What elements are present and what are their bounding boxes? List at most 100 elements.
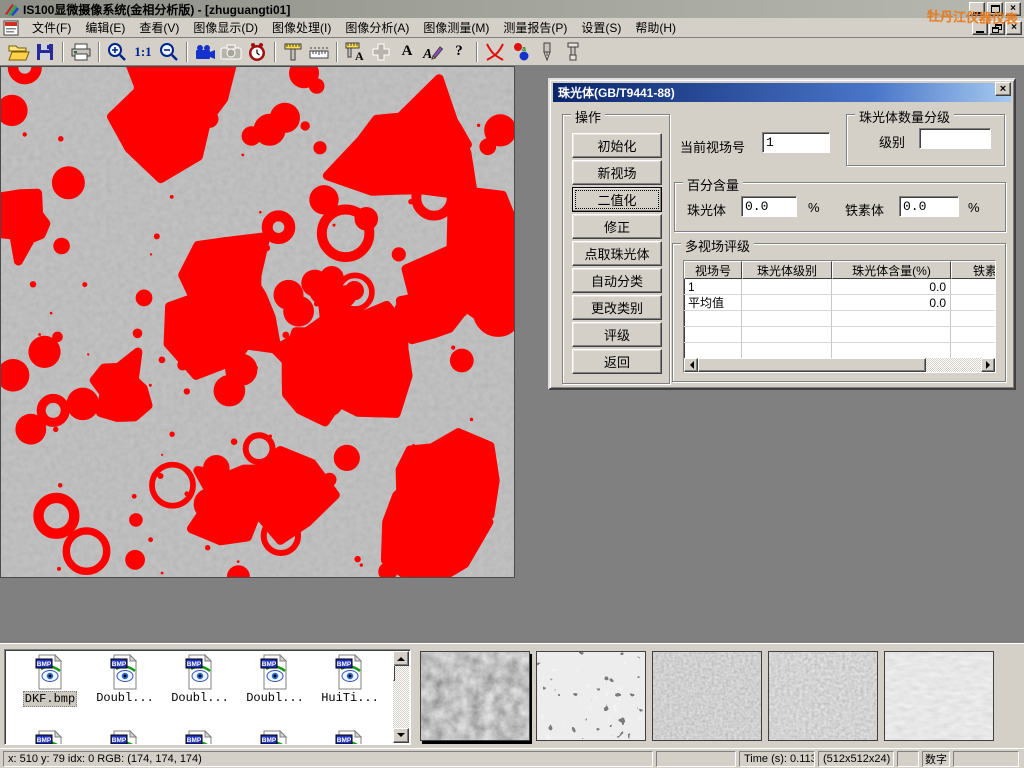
initialize-button[interactable]: 初始化	[572, 133, 662, 158]
scroll-down-button[interactable]	[393, 728, 409, 743]
menu-help[interactable]: 帮助(H)	[628, 17, 683, 38]
actual-size-icon[interactable]: 1:1	[130, 40, 156, 64]
new-field-button[interactable]: 新视场	[572, 160, 662, 185]
toolbar-separator	[336, 42, 338, 62]
menu-settings[interactable]: 设置(S)	[574, 17, 628, 38]
table-hscrollbar[interactable]	[684, 358, 995, 372]
toolbar-separator	[62, 42, 64, 62]
file-item[interactable]: BMP DKF.bmp	[15, 654, 85, 707]
dialog-titlebar[interactable]: 珠光体(GB/T9441-88)	[553, 83, 1011, 102]
toolbar-separator	[274, 42, 276, 62]
micrograph-image[interactable]	[0, 66, 515, 578]
video-capture-icon[interactable]	[192, 40, 218, 64]
svg-text:BMP: BMP	[187, 737, 202, 744]
menu-image-measure[interactable]: 图像测量(M)	[416, 17, 496, 38]
menu-image-display[interactable]: 图像显示(D)	[186, 17, 265, 38]
text-annotation-icon[interactable]: A	[420, 40, 446, 64]
open-file-icon[interactable]	[6, 40, 32, 64]
zoom-out-icon[interactable]	[156, 40, 182, 64]
status-image-size: (512x512x24)	[818, 751, 894, 767]
thumbnail-2[interactable]	[536, 651, 646, 741]
file-item[interactable]: BMP Doubl...	[165, 654, 235, 705]
file-name[interactable]: HuiTi...	[320, 691, 380, 705]
file-name[interactable]: DKF.bmp	[23, 691, 77, 707]
scroll-right-button[interactable]	[981, 358, 995, 372]
col-pearlite-grade[interactable]: 珠光体级别	[742, 261, 832, 279]
brush-tool-icon[interactable]	[560, 40, 586, 64]
thumbnail-1[interactable]	[420, 651, 530, 741]
timer-clock-icon[interactable]	[244, 40, 270, 64]
file-browser[interactable]: BMP DKF.bmp BMP Doubl... BMP Doubl	[4, 649, 411, 745]
col-ferrite[interactable]: 铁素体	[951, 261, 996, 279]
file-browser-vscrollbar[interactable]	[393, 651, 409, 743]
change-category-button[interactable]: 更改类别	[572, 295, 662, 320]
file-item-partial[interactable]: BMP	[240, 730, 310, 745]
cell-grade	[742, 279, 832, 295]
menu-image-processing[interactable]: 图像处理(I)	[265, 17, 338, 38]
curve-tool-icon[interactable]	[482, 40, 508, 64]
auto-classify-button[interactable]: 自动分类	[572, 268, 662, 293]
text-label-icon[interactable]: A	[394, 40, 420, 64]
caliper-text-measure-icon[interactable]: A	[342, 40, 368, 64]
pen-tool-icon[interactable]	[534, 40, 560, 64]
return-button[interactable]: 返回	[572, 349, 662, 374]
thumbnail-5[interactable]	[884, 651, 994, 741]
file-item[interactable]: BMP Doubl...	[90, 654, 160, 705]
scroll-up-button[interactable]	[393, 651, 409, 666]
rate-button[interactable]: 评级	[572, 322, 662, 347]
cell-field: 1	[684, 279, 742, 295]
file-item[interactable]: BMP Doubl...	[240, 654, 310, 705]
file-item-partial[interactable]: BMP	[315, 730, 385, 745]
file-item[interactable]: BMP HuiTi...	[315, 654, 385, 705]
hscroll-thumb[interactable]	[698, 358, 926, 372]
menu-view[interactable]: 查看(V)	[132, 17, 186, 38]
vscroll-thumb[interactable]	[393, 665, 395, 681]
binarize-button[interactable]: 二值化	[572, 187, 662, 212]
vendor-watermark: 牡丹江仪器仪表	[927, 5, 1019, 27]
dialog-close-button[interactable]: ×	[995, 82, 1011, 96]
print-icon[interactable]	[68, 40, 94, 64]
camera-capture-icon[interactable]	[218, 40, 244, 64]
file-name[interactable]: Doubl...	[95, 691, 155, 705]
mdi-child-icon[interactable]	[3, 20, 21, 36]
thumbnail-4[interactable]	[768, 651, 878, 741]
ferrite-unit: %	[968, 200, 980, 215]
hscroll-track[interactable]	[926, 358, 981, 372]
svg-text:BMP: BMP	[187, 661, 202, 668]
scroll-left-button[interactable]	[684, 358, 698, 372]
correct-button[interactable]: 修正	[572, 214, 662, 239]
ferrite-percent-input[interactable]	[899, 196, 959, 217]
grading-group: 珠光体数量分级 级别	[846, 114, 1005, 166]
thumbnail-5-image	[885, 652, 993, 740]
table-row[interactable]: 平均值 0.0	[684, 295, 996, 311]
pearlite-percent-input[interactable]	[741, 196, 797, 217]
table-row[interactable]: 1 0.0	[684, 279, 996, 295]
menu-image-analysis[interactable]: 图像分析(A)	[338, 17, 416, 38]
pearlite-unit: %	[808, 200, 820, 215]
col-pearlite-content[interactable]: 珠光体含量(%)	[832, 261, 951, 279]
ruler-measure-icon[interactable]	[306, 40, 332, 64]
file-item-partial[interactable]: BMP	[15, 730, 85, 745]
help-icon[interactable]: ?	[446, 40, 472, 64]
file-item-partial[interactable]: BMP	[90, 730, 160, 745]
file-name[interactable]: Doubl...	[170, 691, 230, 705]
file-name[interactable]: Doubl...	[245, 691, 305, 705]
zoom-in-icon[interactable]	[104, 40, 130, 64]
bmp-file-icon: BMP	[335, 730, 365, 745]
thumbnail-3[interactable]	[652, 651, 762, 741]
pick-pearlite-button[interactable]: 点取珠光体	[572, 241, 662, 266]
menu-file[interactable]: 文件(F)	[25, 17, 78, 38]
current-field-input[interactable]	[762, 132, 830, 153]
rating-table[interactable]: 视场号 珠光体级别 珠光体含量(%) 铁素体 1 0.0 平均	[683, 260, 996, 373]
menu-measure-report[interactable]: 测量报告(P)	[496, 17, 574, 38]
cell-ferrite	[951, 279, 996, 295]
save-icon[interactable]	[32, 40, 58, 64]
caliper-measure-icon[interactable]	[280, 40, 306, 64]
cell-grade	[742, 295, 832, 311]
level-input[interactable]	[919, 128, 991, 149]
particle-classify-icon[interactable]: a	[508, 40, 534, 64]
file-item-partial[interactable]: BMP	[165, 730, 235, 745]
col-field-number[interactable]: 视场号	[684, 261, 742, 279]
merge-cross-icon[interactable]	[368, 40, 394, 64]
menu-edit[interactable]: 编辑(E)	[78, 17, 132, 38]
